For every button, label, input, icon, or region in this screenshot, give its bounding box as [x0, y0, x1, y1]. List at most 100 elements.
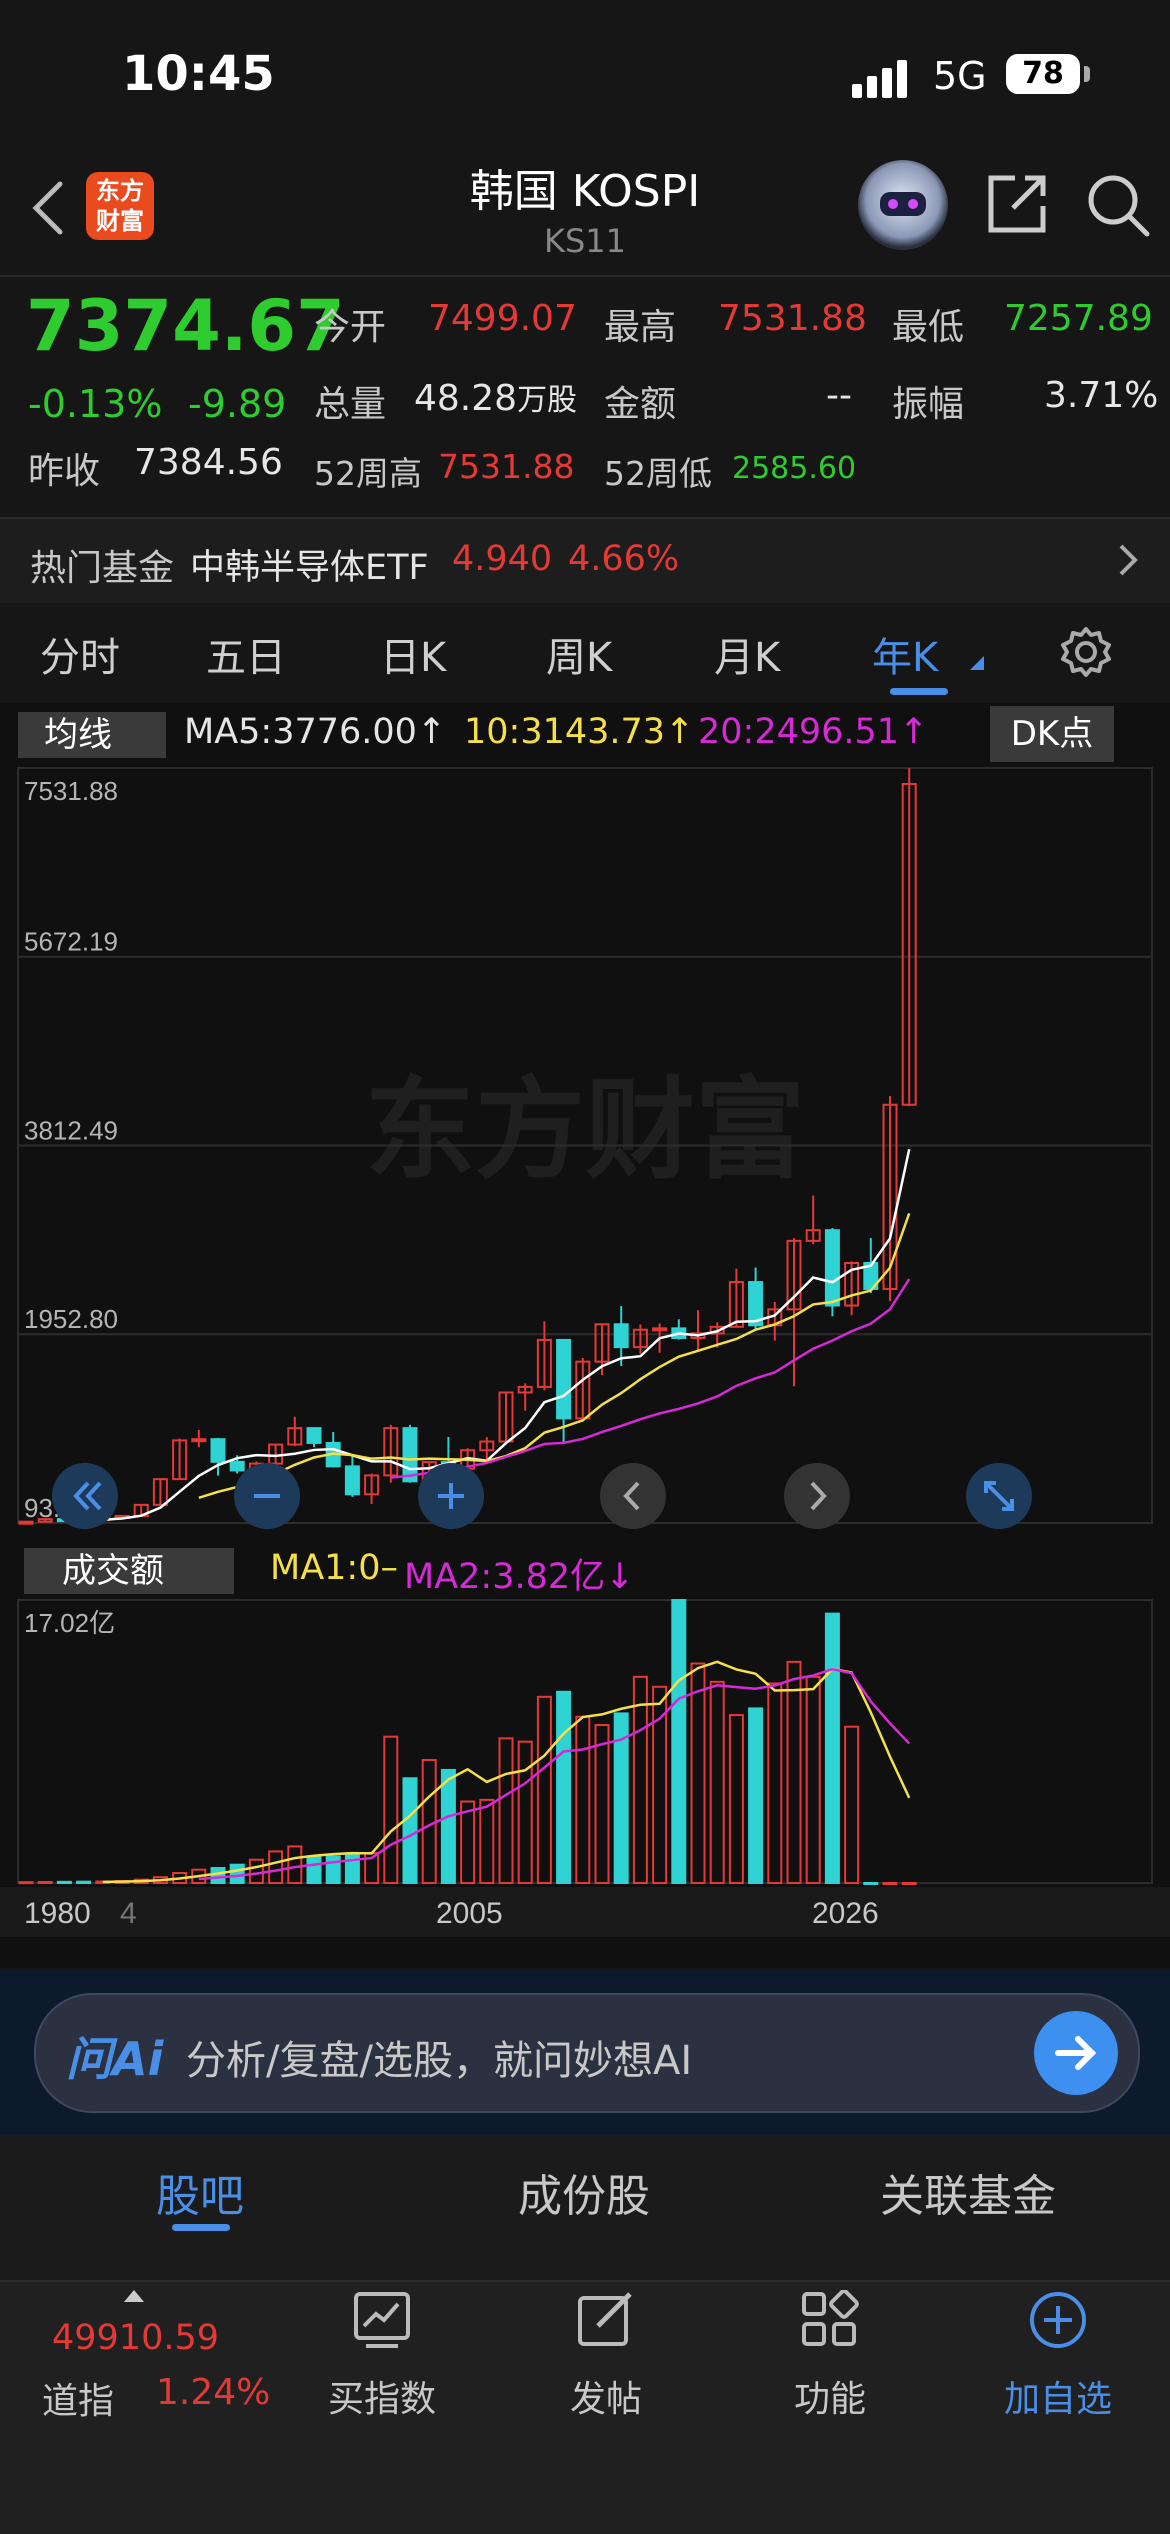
- add-watchlist-label: 加自选: [1003, 2379, 1112, 2420]
- volume-bar: [498, 1737, 514, 1885]
- tab-five-day[interactable]: 五日: [206, 625, 286, 683]
- tab-constituents[interactable]: 成份股: [518, 2160, 650, 2224]
- tab-daily-k[interactable]: 日K: [380, 625, 446, 683]
- minus-icon: [254, 1494, 280, 1498]
- back-arrow-icon[interactable]: [28, 178, 68, 238]
- kline-chart[interactable]: 东方财富 7531.885672.193812.491952.8093.1017…: [0, 703, 1170, 1968]
- volume-bar: [229, 1863, 245, 1884]
- volume-bar: [824, 1612, 840, 1884]
- chart-line-icon: [354, 2292, 410, 2348]
- volume-bar: [748, 1707, 764, 1884]
- volume-bar: [805, 1675, 821, 1884]
- avatar-eye: [888, 199, 898, 209]
- functions-button[interactable]: [750, 2289, 910, 2354]
- hot-fund-name: 中韩半导体ETF: [190, 548, 429, 588]
- arrow-right-icon: [1055, 2036, 1097, 2070]
- search-icon[interactable]: [1085, 172, 1151, 238]
- last-price: 7374.67: [26, 285, 345, 367]
- status-time: 10:45: [122, 46, 275, 102]
- volume-bar: [76, 1880, 92, 1884]
- x-axis-label: 2005: [436, 1897, 503, 1930]
- candle-body: [824, 1229, 840, 1307]
- candle-body: [402, 1427, 418, 1483]
- change-percent: -0.13%: [28, 382, 163, 426]
- tab-intraday[interactable]: 分时: [40, 625, 120, 683]
- grid-icon: [802, 2289, 859, 2346]
- chevron-left-icon: [623, 1481, 640, 1511]
- candle-body: [191, 1438, 207, 1443]
- volume-bar: [37, 1881, 53, 1885]
- volume-panel-frame: [17, 1599, 1153, 1884]
- tab-monthly-k[interactable]: 月K: [714, 625, 780, 683]
- network-type: 5G: [933, 54, 987, 98]
- ai-submit-button[interactable]: [1034, 2011, 1118, 2095]
- high-value: 7531.88: [718, 298, 867, 339]
- scroll-left-button[interactable]: [600, 1463, 666, 1529]
- x-axis-label: 4: [120, 1897, 137, 1930]
- volume-bar: [556, 1690, 572, 1885]
- x-axis-label: 2026: [812, 1897, 879, 1930]
- edit-icon: [578, 2292, 632, 2346]
- volume-bar: [479, 1798, 495, 1885]
- battery-tip: [1084, 66, 1090, 82]
- ai-logo: 问Ai: [66, 2032, 164, 2086]
- zoom-out-button[interactable]: [234, 1463, 300, 1529]
- index-code: KS11: [543, 222, 626, 260]
- x-axis-band: [0, 1887, 1170, 1937]
- add-watchlist-button[interactable]: [978, 2290, 1138, 2354]
- chevron-right-icon: [1119, 544, 1138, 576]
- page-title: 韩国 KOSPI: [469, 166, 701, 217]
- volume-bar: [56, 1880, 72, 1884]
- dji-pct[interactable]: 1.24%: [156, 2372, 270, 2413]
- candle-body: [652, 1327, 668, 1332]
- functions-label: 功能: [793, 2379, 866, 2420]
- volume-bar: [786, 1660, 802, 1885]
- volume-indicator-select[interactable]: 成交额: [24, 1548, 234, 1594]
- low-value: 7257.89: [1004, 298, 1153, 339]
- volume-bar: [325, 1855, 341, 1884]
- dji-label[interactable]: 道指: [42, 2372, 114, 2424]
- zoom-in-button[interactable]: [418, 1463, 484, 1529]
- volume-bar: [728, 1714, 744, 1884]
- scroll-left-fast-button[interactable]: [52, 1463, 118, 1529]
- tab-guba[interactable]: 股吧: [156, 2160, 244, 2224]
- amplitude-label: 振幅: [892, 384, 965, 425]
- 52wk-high-label: 52周高: [314, 454, 422, 493]
- content-peek: [0, 2240, 1170, 2280]
- settings-gear-icon[interactable]: [1060, 626, 1112, 678]
- volume-bar: [671, 1599, 687, 1884]
- candle-body: [613, 1323, 629, 1349]
- tab-dropdown-corner-icon: [970, 656, 984, 670]
- hot-fund-pct: 4.66%: [568, 539, 680, 579]
- hot-fund-label: 热门基金: [30, 548, 175, 589]
- volume-bar: [536, 1695, 552, 1884]
- change-amount: -9.89: [188, 382, 287, 426]
- volume-bar: [882, 1882, 898, 1885]
- price-axis-label: 1952.80: [24, 1304, 118, 1334]
- tab-weekly-k[interactable]: 周K: [546, 625, 612, 683]
- scroll-right-button[interactable]: [784, 1463, 850, 1529]
- volume-bar: [652, 1685, 668, 1884]
- volume-bar: [210, 1867, 226, 1885]
- buy-index-button[interactable]: [302, 2290, 462, 2354]
- volume-bar: [287, 1845, 303, 1885]
- avatar-eye: [908, 199, 918, 209]
- candle-body: [306, 1427, 322, 1444]
- volume-axis-label: 17.02亿: [24, 1608, 115, 1638]
- fullscreen-button[interactable]: [966, 1463, 1032, 1529]
- share-icon[interactable]: [985, 172, 1049, 236]
- tab-related-funds[interactable]: 关联基金: [880, 2160, 1056, 2224]
- dji-value[interactable]: 49910.59: [52, 2318, 219, 2358]
- tab-yearly-k[interactable]: 年K: [872, 625, 938, 683]
- volume-bar: [901, 1882, 917, 1885]
- volume-bar: [594, 1724, 610, 1884]
- post-button[interactable]: [526, 2290, 686, 2354]
- 52wk-low-label: 52周低: [604, 454, 712, 493]
- volume-bar: [709, 1680, 725, 1885]
- vol-ma2-legend: MA2:3.82亿↓: [404, 1557, 635, 1597]
- plus-icon: [438, 1483, 464, 1509]
- amplitude-value: 3.71%: [1044, 375, 1159, 416]
- candle-body: [210, 1438, 226, 1463]
- candle-body: [18, 1520, 34, 1525]
- caret-up-icon: [124, 2290, 144, 2302]
